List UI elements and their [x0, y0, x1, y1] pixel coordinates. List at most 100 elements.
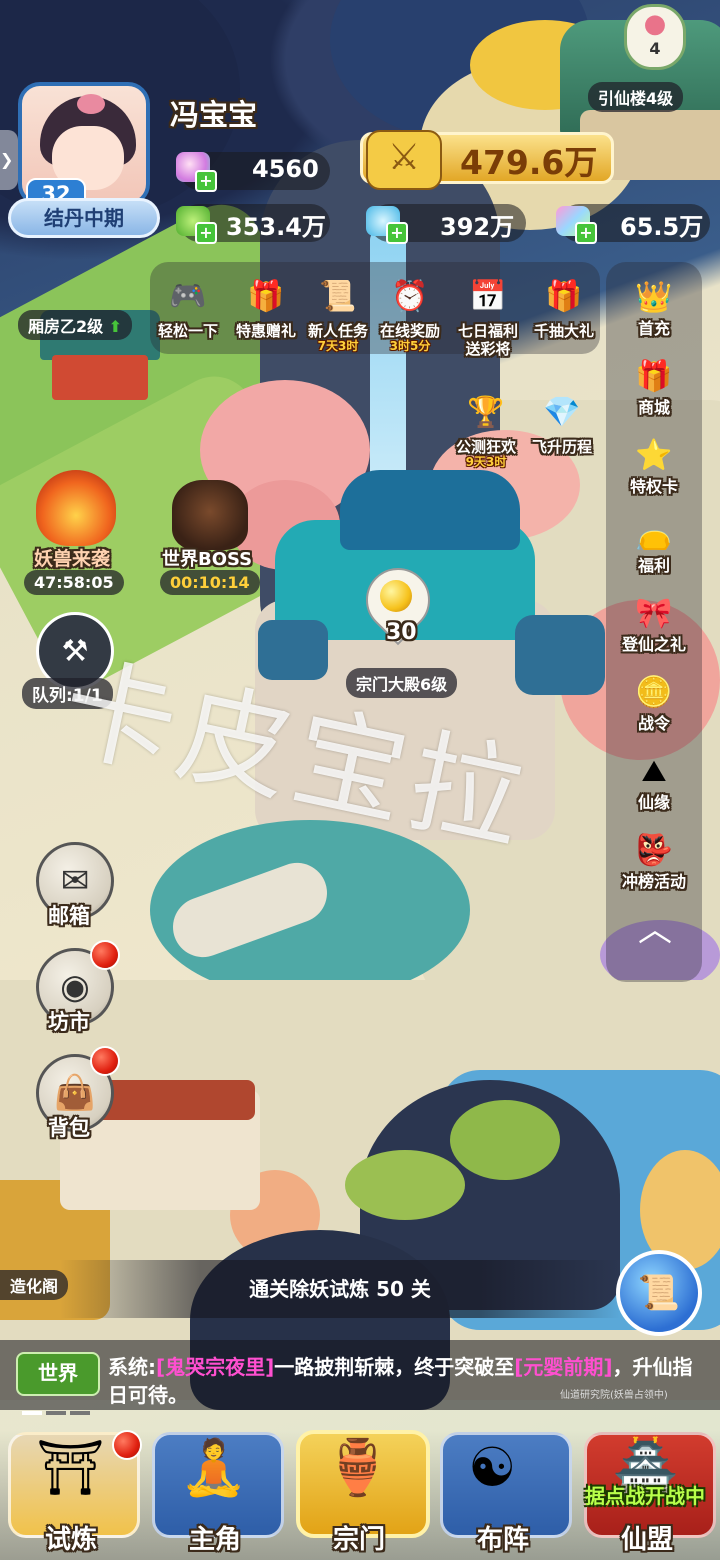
pink-gem-value: 4560 [252, 155, 319, 183]
rainbow-resource-value: 65.5万 [620, 213, 704, 241]
nav-tab-label: 试炼 [44, 1525, 97, 1555]
purple-gift-icon: 🎁 [635, 358, 673, 394]
event-timer: 9天3时 [465, 455, 507, 469]
chat-realm: [元婴前期] [514, 1355, 613, 1379]
chat-page-indicator [22, 1400, 92, 1415]
chat-player-name[interactable]: [鬼哭宗夜里] [156, 1355, 274, 1379]
coin-icon: ◉ [60, 967, 90, 1007]
event-label: 新人任务 [307, 322, 368, 340]
nav-tab-alliance[interactable]: 🏯 仙盟 据点战开战中 [578, 1418, 716, 1560]
menu-battle-pass-button[interactable]: 🪙 战令 [615, 669, 693, 733]
menu-shop-button[interactable]: 🎁 商城 [615, 353, 693, 417]
token-icon: 🪙 [635, 674, 673, 710]
menu-privilege-card-button[interactable]: ⭐ 特权卡 [615, 432, 693, 496]
menu-first-charge-button[interactable]: 👑 首充 [615, 274, 693, 338]
crystal-icon: 💎 [543, 394, 581, 430]
realm-plate[interactable]: 结丹中期 [8, 198, 160, 238]
wing-room-text: 厢房乙2级 [28, 317, 104, 336]
nav-tab-trial[interactable]: ⛩ 试炼 [2, 1418, 140, 1560]
menu-welfare-button[interactable]: 👝 福利 [615, 511, 693, 575]
menu-label: 特权卡 [629, 477, 678, 496]
crossed-swords-icon: ⚔ [366, 130, 442, 190]
quest-scroll-icon: 📜 [637, 1273, 681, 1313]
notification-dot [92, 942, 118, 968]
nav-tab-label: 宗门 [332, 1525, 385, 1555]
wing-room-label[interactable]: 厢房乙2级 ⬆ [18, 310, 133, 340]
fire-beast-icon [36, 470, 116, 546]
star-card-icon: ⭐ [635, 437, 673, 473]
immortal-tower-button[interactable]: ● 4 [624, 4, 686, 70]
nav-tab-formation[interactable]: ☯ 布阵 [434, 1418, 572, 1560]
beast-attack-button[interactable] [30, 470, 122, 546]
add-blue-resource-button[interactable]: + [386, 222, 408, 244]
menu-immortal-gift-button[interactable]: 🎀 登仙之礼 [615, 590, 693, 654]
event-label: 公测狂欢 [455, 438, 516, 456]
event-relax-button[interactable]: 🎮 轻松一下 [150, 270, 226, 341]
add-green-resource-button[interactable]: + [195, 222, 217, 244]
beast-attack-label: 妖兽来袭 [34, 548, 111, 570]
event-ascension-button[interactable]: 💎 飞升历程 [522, 386, 602, 457]
nav-tab-label: 布阵 [476, 1525, 529, 1555]
side-collapse-arrow[interactable]: ❯ [0, 130, 18, 190]
green-resource-value: 353.4万 [226, 213, 326, 241]
giftbox-icon: 🎁 [545, 278, 583, 314]
alliance-battle-banner: 据点战开战中 [585, 1484, 705, 1508]
chat-text: 一路披荆斩棘，终于突破至 [274, 1355, 515, 1379]
crown-badge-icon: 👑 [635, 279, 673, 315]
menu-label: 商城 [637, 398, 670, 417]
chat-channel-tab[interactable]: 世界 [16, 1352, 100, 1396]
bag-icon: 👜 [53, 1073, 97, 1113]
add-pink-gem-button[interactable]: + [195, 170, 217, 192]
world-boss-timer: 00:10:14 [160, 570, 260, 595]
combat-power-value: 479.6万 [460, 143, 598, 182]
event-thousand-draw-button[interactable]: 🎁 千抽大礼 [526, 270, 602, 341]
quest-scroll-button[interactable]: 📜 [616, 1250, 702, 1336]
player-name: 冯宝宝 [170, 98, 258, 132]
golden-gift-icon: 🎀 [635, 595, 673, 631]
market-label: 坊市 [48, 1010, 90, 1034]
tower-badge-count: 4 [649, 39, 661, 58]
blue-resource-value: 392万 [440, 213, 515, 241]
nav-tab-hero[interactable]: 🧘 主角 [146, 1418, 284, 1560]
chat-prefix: 系统: [108, 1355, 156, 1379]
event-seven-day-button[interactable]: 📅 七日福利 送彩将 [450, 270, 526, 359]
pine-tree [450, 1100, 560, 1180]
pine-tree [345, 1150, 465, 1220]
nav-tab-sect[interactable]: 🏺 宗门 [290, 1418, 430, 1560]
event-beta-carnival-button[interactable]: 🏆 公测狂欢 9天3时 [446, 386, 526, 469]
menu-label: 战令 [637, 714, 670, 733]
nav-hero-icon: 🧘 [180, 1436, 248, 1499]
beast-attack-timer: 47:58:05 [24, 570, 124, 595]
ox-demon-icon [172, 480, 248, 550]
main-hall-bubble[interactable]: 30 [352, 554, 444, 648]
treasure-icon: 🏆 [467, 394, 505, 430]
collapse-menu-button[interactable]: ︿ [630, 910, 680, 950]
menu-label: 福利 [637, 556, 670, 575]
calendar-icon: 📅 [469, 278, 507, 314]
event-special-gift-button[interactable]: 🎁 特惠赠礼 [228, 270, 304, 341]
event-label: 轻松一下 [157, 322, 218, 340]
red-bag-icon: 👝 [635, 516, 673, 552]
menu-label: 首充 [637, 319, 670, 338]
add-rainbow-resource-button[interactable]: + [575, 222, 597, 244]
main-hall-upper-roof [340, 470, 520, 550]
event-label: 在线奖励 [379, 322, 440, 340]
quest-banner[interactable]: 通关除妖试炼 50 关 [60, 1260, 620, 1318]
event-label: 七日福利 送彩将 [457, 322, 518, 358]
creation-pavilion-label[interactable]: 造化阁 [0, 1270, 69, 1300]
event-online-reward-button[interactable]: ⏰ 在线奖励 3时5分 [372, 270, 448, 353]
side-tower [515, 615, 605, 695]
gold-orb-icon [380, 580, 412, 612]
immortal-tower-label: 引仙楼4级 [588, 82, 684, 112]
mailbox-label: 邮箱 [48, 904, 90, 928]
nav-tab-label: 仙盟 [620, 1525, 673, 1555]
clock-icon: ⏰ [391, 278, 429, 314]
world-boss-button[interactable] [160, 480, 260, 550]
wing-room-wall [52, 355, 148, 400]
event-newbie-task-button[interactable]: 📜 新人任务 7天3时 [300, 270, 376, 353]
nav-tab-label: 主角 [188, 1525, 241, 1555]
backpack-label: 背包 [48, 1116, 90, 1140]
peach-icon: ● [643, 9, 667, 39]
event-label: 特惠赠礼 [235, 322, 296, 340]
main-hall-bubble-count: 30 [386, 620, 417, 645]
